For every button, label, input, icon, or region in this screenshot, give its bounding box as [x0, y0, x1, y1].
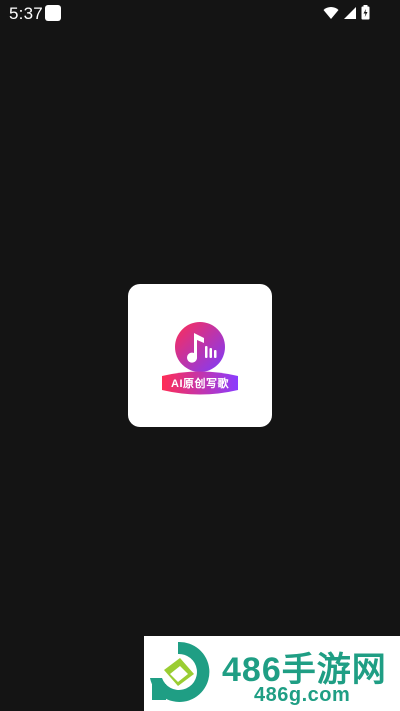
app-notification-icon: [45, 5, 61, 21]
signal-icon: [344, 6, 356, 19]
status-time: 5:37: [9, 4, 43, 23]
watermark: 486手游网 486g.com: [144, 636, 400, 711]
app-icon: AI原创写歌: [159, 320, 241, 400]
wifi-icon: [323, 6, 339, 19]
app-icon-label: AI原创写歌: [171, 378, 229, 390]
status-bar: 5:37: [0, 0, 400, 28]
watermark-url: 486g.com: [254, 684, 351, 706]
status-icons: [323, 5, 370, 20]
splash-card: AI原创写歌: [128, 284, 272, 427]
battery-charging-icon: [361, 5, 370, 20]
486-logo-icon: [150, 641, 210, 702]
